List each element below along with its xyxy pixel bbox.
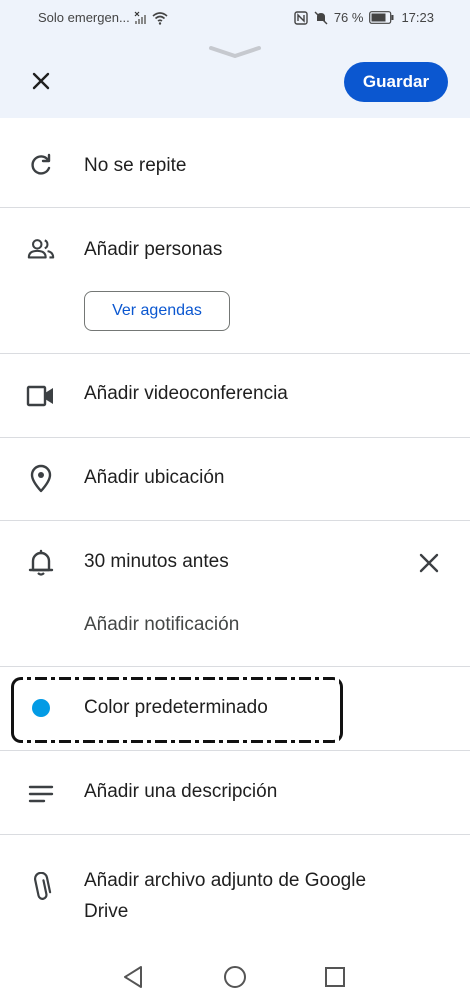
carrier-text: Solo emergen...	[38, 10, 130, 25]
recents-button[interactable]	[322, 964, 348, 990]
repeat-row[interactable]: No se repite	[0, 138, 470, 198]
divider	[0, 834, 470, 835]
add-description-row[interactable]: Añadir una descripción	[0, 764, 470, 824]
divider	[0, 666, 470, 667]
close-icon	[419, 553, 439, 573]
divider	[0, 520, 470, 521]
back-icon	[124, 966, 142, 988]
add-description-label: Añadir una descripción	[84, 781, 278, 802]
attach-icon	[26, 872, 56, 903]
bell-icon	[26, 548, 56, 578]
back-button[interactable]	[121, 964, 147, 990]
divider	[0, 437, 470, 438]
color-label: Color predeterminado	[84, 697, 268, 718]
repeat-icon	[26, 150, 56, 180]
add-videoconference-row[interactable]: Añadir videoconferencia	[0, 366, 470, 426]
divider	[0, 207, 470, 208]
navigation-bar	[0, 950, 470, 1006]
close-icon	[32, 72, 50, 90]
home-button[interactable]	[222, 964, 248, 990]
close-button[interactable]	[26, 66, 56, 96]
add-people-row[interactable]: Añadir personas	[0, 222, 470, 282]
attachment-label-line1: Añadir archivo adjunto de Google	[84, 870, 367, 891]
videocam-icon	[26, 381, 56, 411]
remove-notification-button[interactable]	[414, 548, 444, 578]
view-calendars-button[interactable]: Ver agendas	[84, 291, 230, 331]
save-button[interactable]: Guardar	[344, 62, 448, 102]
divider	[0, 750, 470, 751]
add-videoconference-label: Añadir videoconferencia	[84, 383, 288, 404]
recents-icon	[325, 967, 345, 987]
nfc-icon	[294, 10, 308, 25]
mute-icon	[314, 11, 328, 24]
color-row[interactable]: Color predeterminado	[0, 680, 470, 740]
notification-label: 30 minutos antes	[84, 551, 229, 572]
clock: 17:23	[401, 10, 434, 25]
battery-percent: 76 %	[333, 10, 364, 25]
add-attachment-row[interactable]: Añadir archivo adjunto de Google Drive	[0, 848, 470, 928]
repeat-label: No se repite	[84, 155, 187, 176]
location-icon	[26, 464, 56, 494]
attachment-label-line2: Drive	[84, 901, 129, 922]
add-attachment-label: Añadir archivo adjunto de Google Drive	[84, 865, 366, 927]
no-signal-icon	[134, 11, 146, 24]
add-location-row[interactable]: Añadir ubicación	[0, 450, 470, 510]
add-notification-link[interactable]: Añadir notificación	[84, 614, 239, 636]
notification-row[interactable]: 30 minutos antes	[0, 534, 470, 594]
wifi-icon	[152, 11, 168, 25]
add-location-label: Añadir ubicación	[84, 467, 225, 488]
divider	[0, 353, 470, 354]
people-icon	[26, 234, 56, 264]
battery-icon	[369, 11, 394, 24]
home-icon	[224, 966, 246, 988]
add-people-label: Añadir personas	[84, 239, 223, 260]
drag-handle-icon[interactable]	[207, 44, 263, 60]
notes-icon	[26, 779, 56, 809]
status-bar: Solo emergen... 76 % 17:23	[0, 0, 470, 36]
